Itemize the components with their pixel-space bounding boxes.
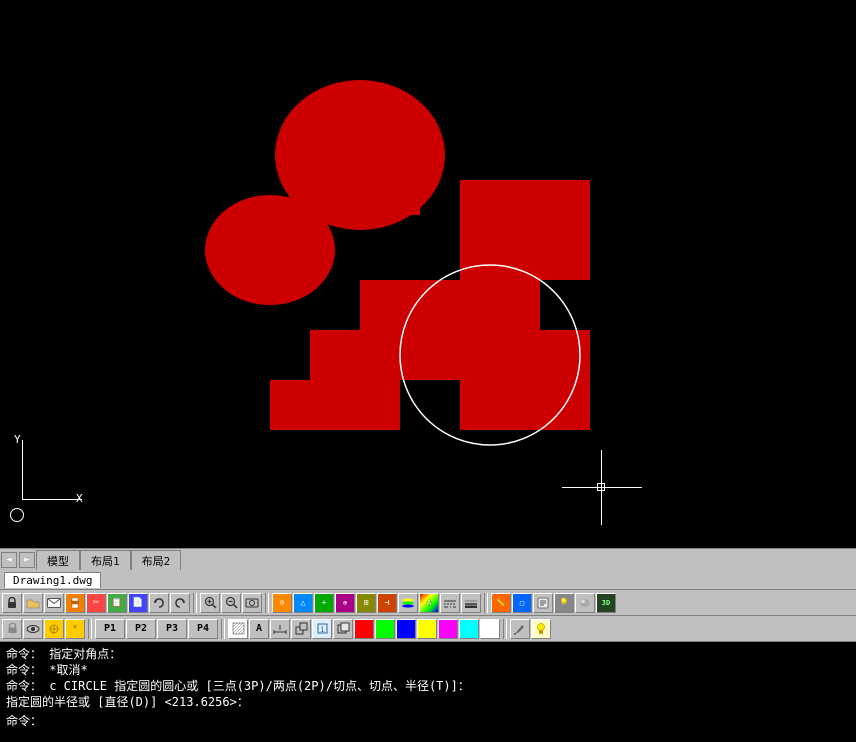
dist-btn[interactable]: 📏 [491,593,511,613]
grid-btn[interactable]: ⊞ [356,593,376,613]
polar-btn[interactable]: ⊕ [335,593,355,613]
tab-layout1[interactable]: 布局1 [80,550,131,570]
freeze-btn[interactable] [44,619,64,639]
svg-text:i: i [320,625,325,634]
command-area: 命令： 指定对角点： 命令： *取消* 命令： c CIRCLE 指定圆的圆心或… [0,642,856,742]
ortho-btn[interactable]: ⊣ [377,593,397,613]
light-btn[interactable] [531,619,551,639]
toolbar2: * P1 P2 P3 P4 A i [0,616,856,642]
tb-sep3 [484,593,488,613]
undo-btn[interactable] [149,593,169,613]
redo-btn[interactable] [170,593,190,613]
zoom-in-btn[interactable] [200,593,220,613]
axis-y [22,440,23,500]
file-title-tab[interactable]: Drawing1.dwg [4,572,101,588]
prop-btn[interactable] [533,593,553,613]
cmd-line-1: 命令： 指定对角点： [6,646,850,662]
colorblock-r[interactable] [354,619,374,639]
colorblock-m[interactable] [438,619,458,639]
freeze2-btn[interactable]: * [65,619,85,639]
canvas-area[interactable]: Y X [0,0,856,548]
track-btn[interactable]: + [314,593,334,613]
pen-btn[interactable] [510,619,530,639]
colorblock-c[interactable] [459,619,479,639]
linetype-btn[interactable] [440,593,460,613]
axis-origin [10,508,24,522]
dim-btn[interactable] [270,619,290,639]
tab-layout2[interactable]: 布局2 [131,550,182,570]
colorblock-y[interactable] [417,619,437,639]
tab-model[interactable]: 模型 [36,550,80,570]
render-btn[interactable]: 💡 [554,593,574,613]
layer-btn[interactable] [398,593,418,613]
print-btn[interactable] [65,593,85,613]
command-input[interactable] [46,714,850,728]
mail-btn[interactable] [44,593,64,613]
lock-btn[interactable] [2,593,22,613]
toolbar1: ✂ 📋 📄 ⊙ △ + ⊕ ⊞ ⊣ [0,590,856,616]
tb-sep2 [265,593,269,613]
cmd-line-2: 命令： *取消* [6,662,850,678]
zoom-out-btn[interactable] [221,593,241,613]
eye-btn[interactable] [23,619,43,639]
lock2-btn[interactable] [2,619,22,639]
p3-btn[interactable]: P3 [157,619,187,639]
tb2-sep2 [221,619,225,639]
3dview-btn[interactable]: 3D [596,593,616,613]
cmd-prompt-label: 命令： [6,712,42,729]
tab-bar: ◄ ► 模型 布局1 布局2 [0,548,856,570]
hatch-btn[interactable] [228,619,248,639]
open-btn[interactable] [23,593,43,613]
crosshair-box [597,483,605,491]
copy-btn[interactable]: 📋 [107,593,127,613]
tab-scroll-left[interactable]: ◄ [1,552,17,568]
shade-btn[interactable] [575,593,595,613]
block-btn[interactable] [291,619,311,639]
p4-btn[interactable]: P4 [188,619,218,639]
colorblock-b[interactable] [396,619,416,639]
cmd-line-3: 命令： c CIRCLE 指定圆的圆心或 [三点(3P)/两点(2P)/切点、切… [6,678,850,694]
xref-btn[interactable] [333,619,353,639]
text-btn[interactable]: A [249,619,269,639]
cmd-line-4: 指定圆的半径或 [直径(D)] <213.6256>： [6,694,850,710]
drawing-svg [0,0,856,548]
axis-label-x: X [76,492,83,505]
color-btn[interactable]: A [419,593,439,613]
insert-btn[interactable]: i [312,619,332,639]
snap-btn[interactable]: ⊙ [272,593,292,613]
p1-btn[interactable]: P1 [95,619,125,639]
axis-x [22,499,82,500]
osnap-btn[interactable]: △ [293,593,313,613]
area-btn[interactable]: □ [512,593,532,613]
zoom-all-btn[interactable] [242,593,262,613]
p2-btn[interactable]: P2 [126,619,156,639]
tb2-sep1 [88,619,92,639]
colorblock-w[interactable] [480,619,500,639]
lweight-btn[interactable] [461,593,481,613]
cut-btn[interactable]: ✂ [86,593,106,613]
cmd-prompt[interactable]: 命令： [6,712,850,729]
tab-scroll-right[interactable]: ► [19,552,35,568]
axis-label-y: Y [14,433,21,446]
title-bar: Drawing1.dwg [0,570,856,590]
tb2-sep3 [503,619,507,639]
paste-btn[interactable]: 📄 [128,593,148,613]
tb-sep1 [193,593,197,613]
colorblock-g[interactable] [375,619,395,639]
